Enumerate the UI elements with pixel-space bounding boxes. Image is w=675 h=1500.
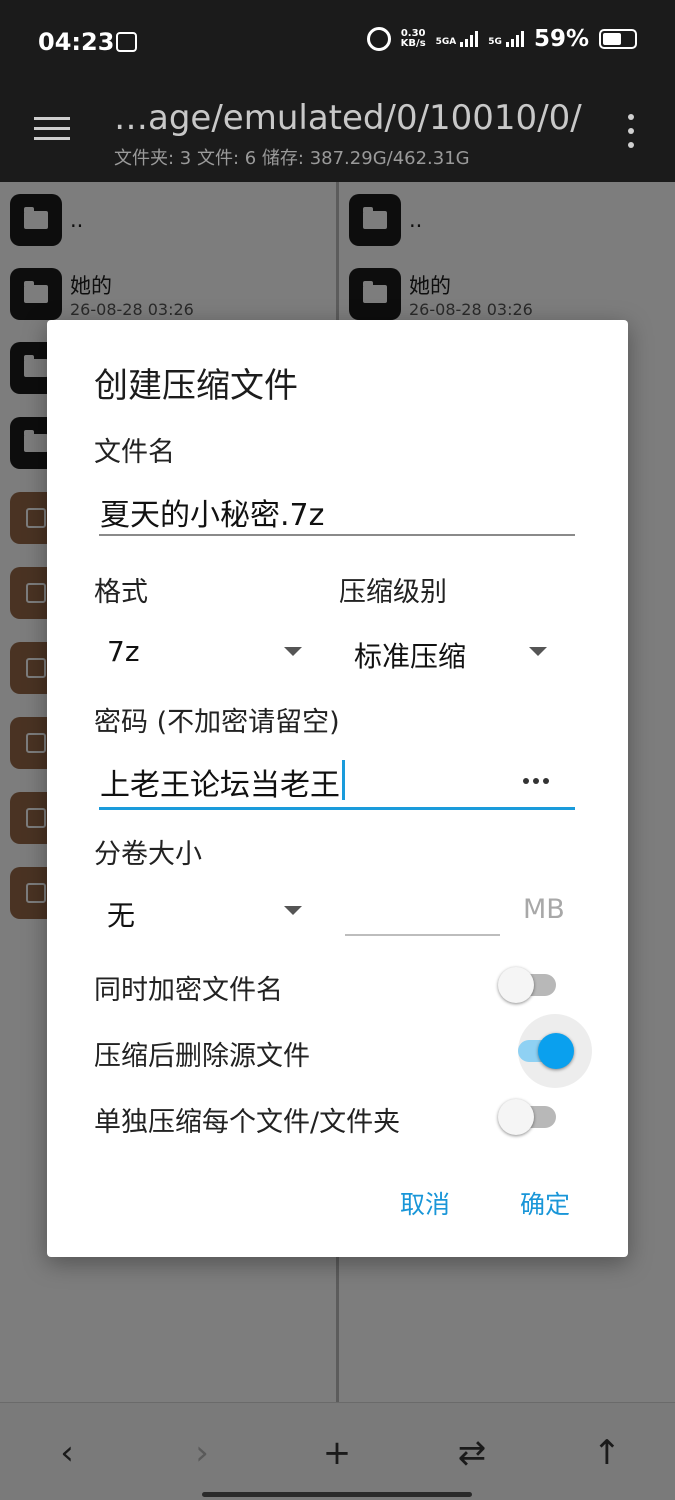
status-icons: 0.30 KB/s 5GA 5G 59% [366, 26, 637, 52]
network-speed-unit: KB/s [400, 38, 426, 49]
add-icon[interactable]: + [315, 1431, 359, 1475]
file-date: 26-08-28 03:26 [70, 299, 194, 319]
list-item[interactable]: 她的 26-08-28 03:26 [10, 264, 194, 324]
compression-level-select[interactable]: 标准压缩 [354, 635, 466, 675]
folder-icon [10, 194, 62, 246]
encrypt-filenames-toggle[interactable] [498, 965, 560, 1005]
ok-button[interactable]: 确定 [520, 1185, 570, 1221]
filename-underline [99, 534, 575, 536]
clock: 04:23 [38, 28, 115, 56]
chevron-down-icon[interactable] [284, 647, 302, 656]
current-path[interactable]: …age/emulated/0/10010/0/ [114, 98, 582, 138]
more-options-icon[interactable] [627, 114, 635, 148]
delete-source-toggle[interactable] [512, 1014, 592, 1088]
filename-label: 文件名 [94, 437, 175, 468]
chevron-down-icon[interactable] [284, 906, 302, 915]
split-size-underline [345, 934, 500, 936]
signal-5g-label: 5G [488, 37, 502, 47]
create-archive-dialog: 创建压缩文件 文件名 夏天的小秘密.7z 格式 压缩级别 7z 标准压缩 密码 … [47, 320, 628, 1257]
encrypt-filenames-label: 同时加密文件名 [94, 975, 283, 1006]
menu-icon[interactable] [34, 115, 70, 143]
network-speed: 0.30 KB/s [401, 29, 426, 49]
file-name: 她的 [70, 273, 112, 298]
cancel-button[interactable]: 取消 [400, 1185, 450, 1221]
folder-icon [10, 268, 62, 320]
folder-summary: 文件夹: 3 文件: 6 储存: 387.29G/462.31G [114, 148, 470, 169]
list-item-parent[interactable]: .. [10, 190, 83, 250]
chevron-down-icon[interactable] [529, 647, 547, 656]
show-password-icon[interactable] [523, 778, 549, 784]
up-directory-icon[interactable]: ↑ [585, 1431, 629, 1475]
list-item[interactable]: 她的 26-08-28 03:26 [349, 264, 533, 324]
home-indicator[interactable] [202, 1492, 472, 1497]
list-item-parent[interactable]: .. [349, 190, 422, 250]
file-name: .. [70, 208, 84, 232]
split-size-label: 分卷大小 [94, 839, 202, 870]
folder-icon [349, 268, 401, 320]
split-size-select[interactable]: 无 [107, 894, 135, 934]
back-icon[interactable]: ‹ [45, 1431, 89, 1475]
bottom-toolbar: ‹ › + ⇄ ↑ [0, 1402, 675, 1500]
text-caret [342, 760, 345, 800]
status-bar: 04:23 0.30 KB/s 5GA 5G 59% [0, 0, 675, 82]
file-date: 26-08-28 03:26 [409, 299, 533, 319]
alarm-icon [366, 27, 391, 51]
battery-percent: 59% [533, 26, 589, 52]
signal-5ga: 5GA [436, 31, 479, 47]
filename-input[interactable]: 夏天的小秘密.7z [100, 490, 324, 534]
battery-icon [599, 29, 637, 49]
dialog-title: 创建压缩文件 [94, 366, 298, 406]
signal-5ga-label: 5GA [435, 37, 457, 47]
password-label: 密码 (不加密请留空) [94, 707, 340, 738]
delete-source-label: 压缩后删除源文件 [94, 1041, 310, 1072]
password-underline [99, 807, 575, 810]
folder-icon [349, 194, 401, 246]
app-bar: …age/emulated/0/10010/0/ 文件夹: 3 文件: 6 储存… [0, 82, 675, 182]
split-size-unit: MB [523, 894, 565, 925]
file-name: .. [409, 208, 423, 232]
format-label: 格式 [94, 577, 148, 608]
signal-5g: 5G [488, 31, 524, 47]
separate-archives-label: 单独压缩每个文件/文件夹 [94, 1107, 401, 1138]
compression-level-label: 压缩级别 [339, 577, 447, 608]
signal-bars-icon [505, 31, 524, 47]
swap-panels-icon[interactable]: ⇄ [450, 1431, 494, 1475]
forward-icon[interactable]: › [180, 1431, 224, 1475]
separate-archives-toggle[interactable] [498, 1097, 560, 1137]
signal-bars-icon [460, 31, 479, 47]
format-select[interactable]: 7z [107, 635, 140, 668]
file-name: 她的 [409, 273, 451, 298]
password-input[interactable]: 上老王论坛当老王 [100, 760, 340, 804]
app-notification-icon [116, 32, 137, 52]
